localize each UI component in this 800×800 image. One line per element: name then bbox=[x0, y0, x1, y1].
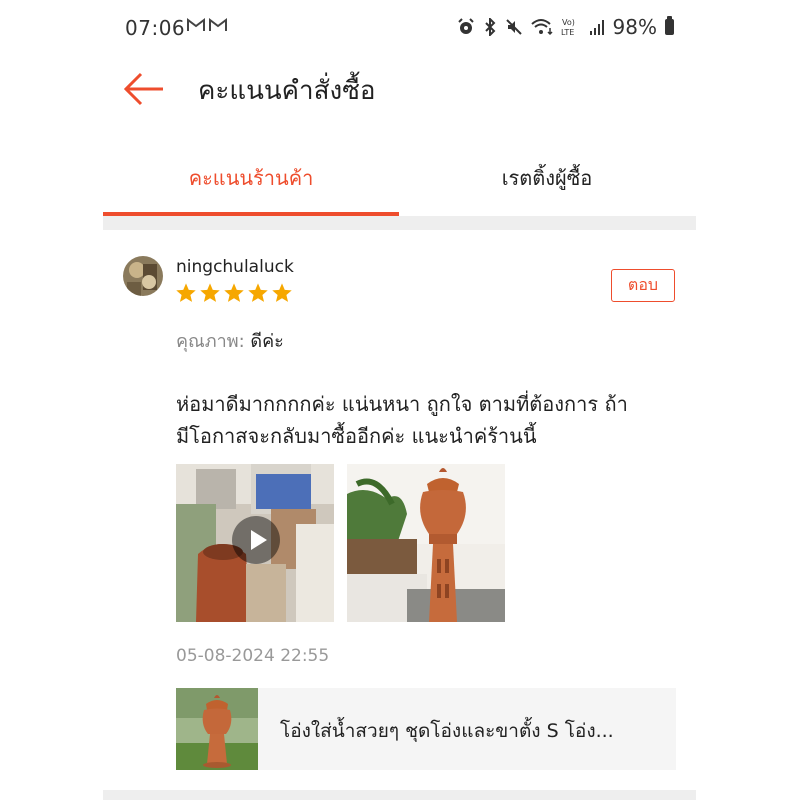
tab-buyer-rating[interactable]: เรตติ้งผู้ซื้อ bbox=[399, 162, 695, 194]
status-time: 07:06 bbox=[125, 16, 186, 40]
wifi-icon bbox=[530, 19, 553, 36]
gmail-icon bbox=[187, 18, 205, 31]
signal-icon bbox=[589, 20, 604, 35]
star-icon bbox=[272, 283, 292, 302]
avatar[interactable] bbox=[123, 256, 163, 296]
star-icon bbox=[224, 283, 244, 302]
tab-bar: คะแนนร้านค้า เรตติ้งผู้ซื้อ bbox=[103, 146, 696, 216]
back-arrow-icon[interactable] bbox=[123, 71, 165, 107]
reply-button[interactable]: ตอบ bbox=[611, 269, 675, 302]
gmail-icon bbox=[209, 18, 227, 31]
quality-label: คุณภาพ: bbox=[176, 331, 245, 352]
star-rating bbox=[175, 282, 293, 304]
star-icon bbox=[248, 283, 268, 302]
product-title: โอ่งใส่น้ำสวยๆ ชุดโอ่งและขาตั้ง S โอ่ง..… bbox=[280, 720, 614, 742]
review-comment-line: ห่อมาดีมากกกกค่ะ แน่นหนา ถูกใจ ตามที่ต้อ… bbox=[176, 392, 628, 416]
section-divider bbox=[103, 216, 696, 230]
bluetooth-icon bbox=[484, 18, 495, 36]
volte-icon: Vo) LTE bbox=[561, 18, 575, 37]
app-screen: 07:06 Vo) LTE 98% คะแนนคำสั่งซื้อ คะแนนร… bbox=[103, 0, 696, 800]
review-comment: ห่อมาดีมากกกกค่ะ แน่นหนา ถูกใจ ตามที่ต้อ… bbox=[176, 388, 676, 452]
review-photo-thumbnail[interactable] bbox=[347, 464, 505, 622]
mute-icon bbox=[505, 19, 522, 35]
status-bar: 07:06 Vo) LTE 98% bbox=[103, 0, 696, 56]
product-card[interactable]: โอ่งใส่น้ำสวยๆ ชุดโอ่งและขาตั้ง S โอ่ง..… bbox=[176, 688, 676, 770]
quality-line: คุณภาพ: ดีค่ะ bbox=[176, 326, 284, 355]
star-icon bbox=[200, 283, 220, 302]
review-photo-image bbox=[347, 464, 505, 622]
star-icon bbox=[176, 283, 196, 302]
svg-text:LTE: LTE bbox=[561, 28, 574, 37]
section-divider bbox=[103, 790, 696, 800]
review-video-thumbnail[interactable] bbox=[176, 464, 334, 622]
tab-shop-rating[interactable]: คะแนนร้านค้า bbox=[103, 162, 399, 194]
quality-value: ดีค่ะ bbox=[250, 331, 284, 352]
review-date: 05-08-2024 22:55 bbox=[176, 646, 330, 666]
alarm-icon bbox=[457, 18, 474, 34]
play-icon[interactable] bbox=[232, 516, 280, 564]
battery-percent: 98% bbox=[612, 15, 657, 39]
status-icons: Vo) LTE 98% bbox=[457, 15, 674, 39]
reviewer-username: ningchulaluck bbox=[176, 257, 294, 277]
svg-text:Vo): Vo) bbox=[562, 18, 575, 27]
battery-icon bbox=[665, 16, 674, 35]
page-title: คะแนนคำสั่งซื้อ bbox=[198, 76, 376, 106]
product-image bbox=[176, 688, 258, 770]
review-comment-line: มีโอกาสจะกลับมาซื้ออีกค่ะ แนะนำค่ร้านนี้ bbox=[176, 424, 537, 448]
app-header: คะแนนคำสั่งซื้อ bbox=[103, 56, 696, 126]
